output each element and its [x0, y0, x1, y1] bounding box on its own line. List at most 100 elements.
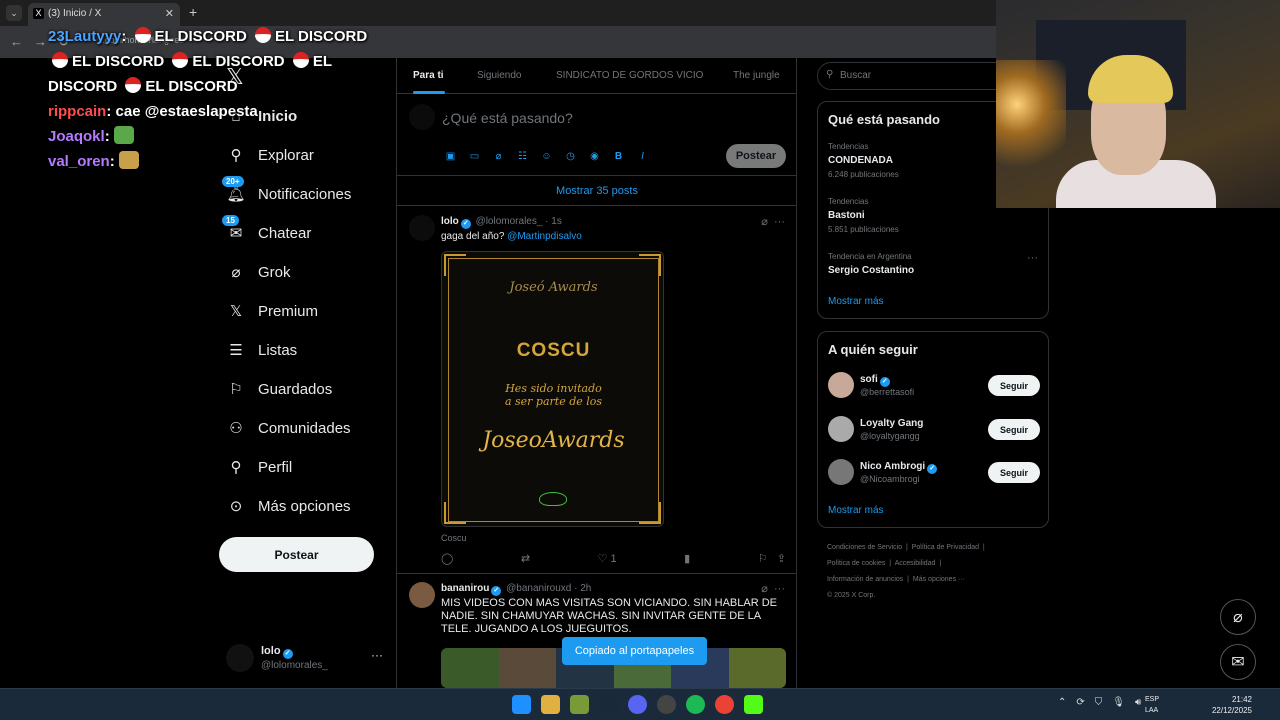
- more-icon[interactable]: ···: [1027, 252, 1038, 264]
- location-icon[interactable]: ◉: [587, 149, 602, 164]
- tab-search-button[interactable]: ⌄: [6, 5, 22, 21]
- nav-item-premium[interactable]: 𝕏 Premium: [226, 296, 318, 326]
- tab-title: (3) Inicio / X: [48, 8, 102, 19]
- show-more-follow[interactable]: Mostrar más: [828, 505, 884, 516]
- chevron-up-icon[interactable]: ⌃: [1058, 697, 1066, 708]
- chat-badge: 15: [222, 215, 239, 226]
- file-explorer-icon[interactable]: [541, 695, 560, 714]
- follow-name: Nico Ambrogi ✓: [860, 461, 939, 474]
- account-handle: @lolomorales_: [261, 660, 328, 671]
- tab-the-jungle[interactable]: The jungle: [733, 70, 780, 81]
- windows-start-icon[interactable]: [512, 695, 531, 714]
- tab-siguiendo[interactable]: Siguiendo: [477, 70, 521, 81]
- schedule-icon[interactable]: ◷: [563, 149, 578, 164]
- image-icon[interactable]: ▣: [443, 149, 458, 164]
- tweet-handle: @lolomorales_ · 1s: [475, 216, 562, 227]
- bookmark-share[interactable]: ⚐ ⇪: [758, 552, 786, 565]
- taskbar: ⌃ ⟳ ⛉ 🎙︎ 🔊︎ ESP LAA 21:42 22/12/2025: [0, 688, 1280, 720]
- tweet-text: gaga del año? @Martinpdisalvo: [441, 231, 582, 242]
- messages-float-button[interactable]: ✉: [1220, 644, 1256, 680]
- verified-icon: ✓: [927, 464, 938, 474]
- tweet-actions-menu[interactable]: ⌀ ···: [761, 215, 785, 228]
- back-icon[interactable]: ←: [10, 34, 23, 49]
- avatar[interactable]: [409, 582, 435, 608]
- tweet-image[interactable]: Joseó Awards COSCU Hes sido invitado a se…: [441, 251, 664, 527]
- spotify-icon[interactable]: [686, 695, 705, 714]
- footer-link[interactable]: Accesibilidad: [895, 560, 936, 567]
- close-tab-icon[interactable]: ✕: [165, 7, 174, 20]
- new-tab-button[interactable]: +: [189, 4, 197, 20]
- chrome-icon[interactable]: [715, 695, 734, 714]
- nav-item-listas[interactable]: ☰ Listas: [226, 335, 297, 365]
- nav-item-mas-opciones[interactable]: ⊙ Más opciones: [226, 491, 351, 521]
- nav-item-notificaciones[interactable]: 🔔︎ 20+ Notificaciones: [222, 176, 351, 209]
- steam-icon[interactable]: [599, 695, 618, 714]
- trend-posts: 5.851 publicaciones: [828, 225, 899, 234]
- mail-icon: ✉ 15: [222, 215, 246, 243]
- tweet-author[interactable]: bananirou ✓ @bananirouxd · 2h: [441, 583, 591, 596]
- gif-icon[interactable]: ▭: [467, 149, 482, 164]
- follow-name: sofi ✓: [860, 374, 892, 387]
- compose-box: ¿Qué está pasando? ▣ ▭ ⌀ ☷ ☺ ◷ ◉ B I Pos…: [397, 94, 796, 176]
- browser-tab[interactable]: X (3) Inicio / X ✕: [28, 3, 180, 26]
- retweet-icon[interactable]: ⇄: [521, 552, 530, 565]
- sync-icon[interactable]: ⟳: [1076, 697, 1084, 708]
- footer-link[interactable]: Condiciones de Servicio: [827, 544, 902, 551]
- post-button[interactable]: Postear: [219, 537, 374, 572]
- obs-icon[interactable]: [657, 695, 676, 714]
- forward-icon[interactable]: →: [34, 34, 47, 49]
- follow-suggestion[interactable]: Loyalty Gang @loyaltygangg Seguir: [828, 416, 1040, 446]
- footer-link[interactable]: Más opciones ···: [913, 576, 965, 583]
- footer-link[interactable]: Política de Privacidad: [912, 544, 979, 551]
- minecraft-icon[interactable]: [570, 695, 589, 714]
- tweet[interactable]: lolo ✓ @lolomorales_ · 1s ⌀ ··· gaga del …: [397, 207, 796, 573]
- account-switcher[interactable]: lolo ✓ @lolomorales_ ···: [226, 640, 386, 680]
- microphone-icon[interactable]: 🎙︎: [1112, 697, 1125, 708]
- tweet-actions-menu[interactable]: ⌀ ···: [761, 582, 785, 595]
- avatar[interactable]: [409, 215, 435, 241]
- avatar[interactable]: [828, 372, 854, 398]
- bold-icon[interactable]: B: [611, 149, 626, 164]
- compose-post-button[interactable]: Postear: [726, 144, 786, 168]
- reply-icon[interactable]: ◯: [441, 552, 453, 565]
- italic-icon[interactable]: I: [635, 149, 650, 164]
- poll-icon[interactable]: ☷: [515, 149, 530, 164]
- nav-item-perfil[interactable]: ⚲ Perfil: [226, 452, 293, 482]
- who-to-follow-card: A quién seguir sofi ✓ @berrettasofi Segui…: [817, 331, 1049, 528]
- follow-button[interactable]: Seguir: [988, 462, 1040, 483]
- like-button[interactable]: ♡ 1: [598, 552, 617, 565]
- show-more-trends[interactable]: Mostrar más: [828, 296, 884, 307]
- views-icon[interactable]: ▮: [684, 552, 690, 565]
- emoji-icon[interactable]: ☺: [539, 149, 554, 164]
- nav-item-chatear[interactable]: ✉ 15 Chatear: [222, 215, 311, 248]
- language-indicator[interactable]: ESP LAA: [1145, 694, 1159, 716]
- nav-item-comunidades[interactable]: ⚇ Comunidades: [226, 413, 350, 443]
- volume-icon[interactable]: 🔊︎: [1135, 697, 1141, 708]
- tab-para-ti[interactable]: Para ti: [413, 70, 444, 81]
- show-new-posts[interactable]: Mostrar 35 posts: [397, 176, 796, 206]
- avatar[interactable]: [828, 459, 854, 485]
- kick-icon[interactable]: [744, 695, 763, 714]
- more-icon[interactable]: ···: [371, 648, 383, 662]
- follow-button[interactable]: Seguir: [988, 375, 1040, 396]
- avatar[interactable]: [828, 416, 854, 442]
- grok-icon[interactable]: ⌀: [491, 149, 506, 164]
- footer-link[interactable]: Información de anuncios: [827, 576, 903, 583]
- grok-float-button[interactable]: ⌀: [1220, 599, 1256, 635]
- nav-item-grok[interactable]: ⌀ Grok: [226, 257, 290, 287]
- santa-emote-icon: [125, 77, 142, 93]
- discord-icon[interactable]: [628, 695, 647, 714]
- mention-link[interactable]: @Martinpdisalvo: [507, 231, 582, 242]
- tab-sindicato[interactable]: SINDICATO DE GORDOS VICIO: [556, 70, 703, 81]
- compose-input[interactable]: ¿Qué está pasando?: [442, 110, 573, 126]
- follow-suggestion[interactable]: Nico Ambrogi ✓ @Nicoambrogi Seguir: [828, 459, 1040, 489]
- footer-link[interactable]: Política de cookies: [827, 560, 885, 567]
- nav-item-guardados[interactable]: ⚐ Guardados: [226, 374, 332, 404]
- tweet[interactable]: bananirou ✓ @bananirouxd · 2h ⌀ ··· MIS V…: [397, 574, 796, 688]
- clock[interactable]: 21:42 22/12/2025: [1207, 694, 1252, 716]
- trend-item[interactable]: Tendencia en Argentina Sergio Costantino…: [828, 252, 1038, 276]
- shield-icon[interactable]: ⛉: [1095, 697, 1103, 708]
- follow-suggestion[interactable]: sofi ✓ @berrettasofi Seguir: [828, 372, 1040, 402]
- tweet-author[interactable]: lolo ✓ @lolomorales_ · 1s: [441, 216, 562, 229]
- follow-button[interactable]: Seguir: [988, 419, 1040, 440]
